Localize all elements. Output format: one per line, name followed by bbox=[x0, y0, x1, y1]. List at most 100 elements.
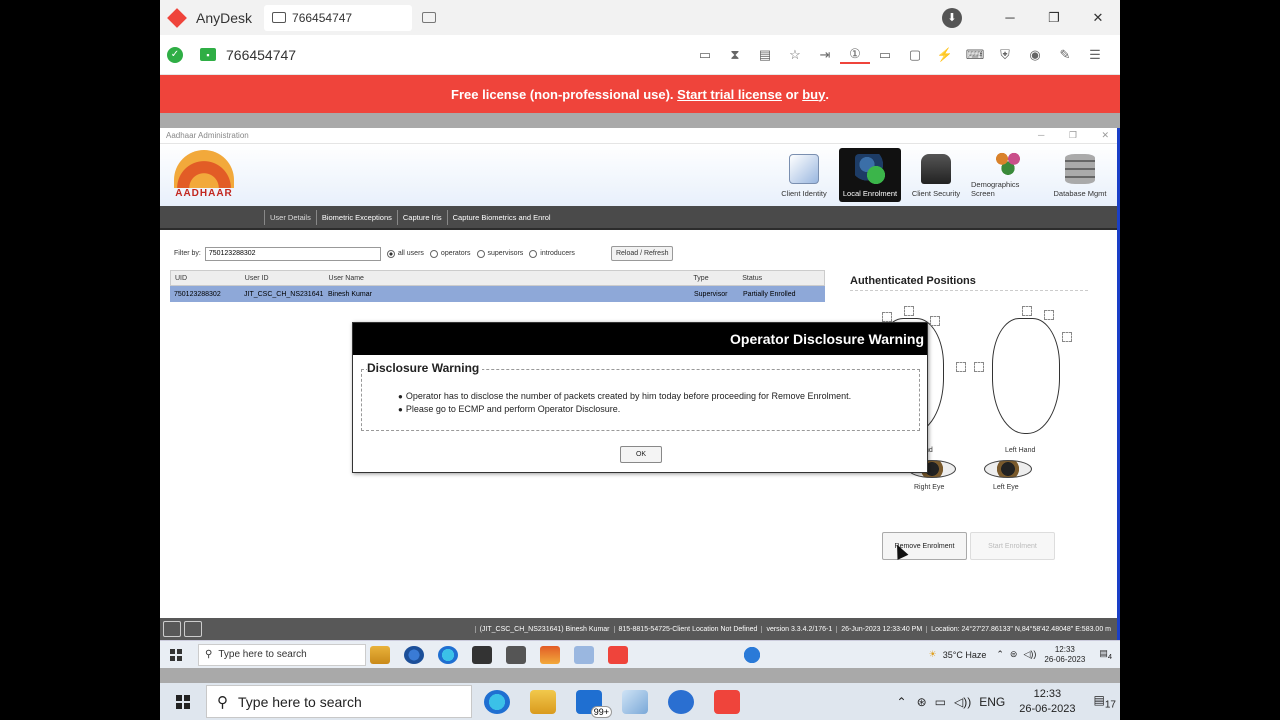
local-search-box[interactable]: ⚲ Type here to search bbox=[206, 685, 472, 718]
app-close-button[interactable]: ✕ bbox=[1101, 130, 1109, 140]
app-maximize-button[interactable]: ❐ bbox=[1069, 130, 1077, 140]
hand-tool-icon[interactable] bbox=[163, 621, 181, 637]
minimize-button[interactable]: ─ bbox=[988, 10, 1032, 25]
status-user: (JIT_CSC_CH_NS231641) Binesh Kumar bbox=[474, 625, 614, 633]
start-enrolment-button[interactable]: Start Enrolment bbox=[970, 532, 1055, 560]
display-icon[interactable]: ▭ bbox=[870, 47, 900, 63]
window-controls: ⬇ ─ ❐ ✕ bbox=[942, 0, 1120, 35]
remote-network-icon[interactable]: ⊜ bbox=[1010, 649, 1018, 660]
app-minimize-button[interactable]: ─ bbox=[1038, 130, 1044, 140]
remote-clock[interactable]: 12:33 26-06-2023 bbox=[1044, 645, 1085, 665]
finger-box-l2 bbox=[1022, 306, 1032, 316]
nav-client-security-label: Client Security bbox=[911, 189, 961, 198]
local-clock[interactable]: 12:33 26-06-2023 bbox=[1019, 687, 1075, 717]
storage-icon[interactable]: ▤ bbox=[750, 47, 780, 63]
file-transfer-icon[interactable]: ⇥ bbox=[810, 47, 840, 63]
menu-icon[interactable]: ☰ bbox=[1080, 47, 1110, 63]
tray-app-icon[interactable]: ⊛ bbox=[917, 695, 927, 709]
notification-icon[interactable]: ▤17 bbox=[1094, 693, 1116, 710]
status-coords: Location: 24°27'27.86133" N,84°58'42.480… bbox=[926, 625, 1115, 633]
filter-input[interactable] bbox=[204, 246, 381, 261]
file-explorer-icon[interactable] bbox=[530, 689, 556, 714]
remote-globe-icon[interactable] bbox=[404, 645, 424, 664]
anydesk-titlebar: AnyDesk 766454747 ⬇ ─ ❐ ✕ bbox=[160, 0, 1120, 35]
weather-desc[interactable]: Haze bbox=[965, 650, 986, 660]
menu-user-details[interactable]: User Details bbox=[264, 210, 316, 225]
finger-box-r1 bbox=[882, 312, 892, 322]
top-navigation: Client Identity Local Enrolment Client S… bbox=[769, 148, 1111, 202]
download-icon[interactable]: ⬇ bbox=[942, 7, 962, 28]
col-type[interactable]: Type bbox=[689, 275, 738, 282]
remote-edge-icon[interactable] bbox=[438, 645, 458, 664]
remote-explorer-icon[interactable] bbox=[370, 645, 390, 664]
nav-database-mgmt[interactable]: Database Mgmt bbox=[1049, 148, 1111, 202]
anydesk-taskbar-icon[interactable] bbox=[714, 689, 740, 714]
keyboard-icon[interactable]: ⌨ bbox=[960, 47, 990, 63]
remote-address[interactable]: 766454747 bbox=[226, 47, 296, 63]
notepad-icon[interactable] bbox=[622, 689, 648, 714]
remote-tray-chevron-icon[interactable]: ⌃ bbox=[996, 649, 1004, 660]
remote-anydesk-icon[interactable] bbox=[608, 645, 628, 664]
col-status[interactable]: Status bbox=[738, 275, 824, 282]
volume-icon[interactable]: ◁)) bbox=[954, 695, 971, 709]
local-notif-count: 17 bbox=[1104, 699, 1116, 711]
actions-icon[interactable]: ⚡ bbox=[930, 47, 960, 63]
local-tray: ⌃ ⊛ ▭ ◁)) ENG 12:33 26-06-2023 ▤17 bbox=[897, 687, 1116, 717]
remote-aadhaar-icon[interactable] bbox=[540, 645, 560, 664]
ok-button[interactable]: OK bbox=[620, 446, 662, 463]
close-button[interactable]: ✕ bbox=[1076, 10, 1120, 26]
radio-introducers[interactable]: introducers bbox=[529, 249, 575, 258]
tray-network-icon[interactable]: ▭ bbox=[935, 695, 946, 709]
local-taskbar: ⚲ Type here to search 99+ ⌃ ⊛ ▭ ◁)) ENG … bbox=[160, 683, 1120, 720]
permissions-icon[interactable]: ⛨ bbox=[990, 47, 1020, 63]
col-uid[interactable]: UID bbox=[171, 275, 241, 282]
nav-local-enrolment[interactable]: Local Enrolment bbox=[839, 148, 901, 202]
session-tab[interactable]: 766454747 bbox=[264, 4, 413, 31]
remote-volume-icon[interactable]: ◁)) bbox=[1023, 649, 1036, 660]
finger-box-r3 bbox=[930, 316, 940, 326]
anydesk-addressbar: ✓ ▪ 766454747 ▭ ⧗ ▤ ☆ ⇥ ① ▭ ▢ ⚡ ⌨ ⛨ ◉ ✎ … bbox=[160, 35, 1120, 75]
finger-box-r2 bbox=[904, 306, 914, 316]
nav-client-security[interactable]: Client Security bbox=[905, 148, 967, 202]
trial-license-link[interactable]: Start trial license bbox=[677, 87, 782, 102]
menu-biometric-exceptions[interactable]: Biometric Exceptions bbox=[315, 210, 397, 225]
remote-store-icon[interactable] bbox=[472, 645, 492, 664]
privacy-icon[interactable]: ▭ bbox=[690, 47, 720, 63]
table-row[interactable]: 750123288302 JIT_CSC_CH_NS231641 Binesh … bbox=[170, 286, 825, 302]
record-icon[interactable]: ◉ bbox=[1020, 47, 1050, 63]
chat-app-icon[interactable] bbox=[668, 689, 694, 714]
eye-tool-icon[interactable] bbox=[184, 621, 202, 637]
user-add-icon bbox=[855, 154, 885, 184]
radio-operators[interactable]: operators bbox=[429, 249, 471, 258]
nav-client-identity[interactable]: Client Identity bbox=[773, 148, 835, 202]
remote-start-icon[interactable] bbox=[170, 648, 182, 661]
remote-search-box[interactable]: ⚲ Type here to search bbox=[198, 643, 366, 666]
local-date: 26-06-2023 bbox=[1019, 702, 1076, 715]
pen-icon[interactable]: ✎ bbox=[1050, 47, 1080, 63]
weather-temp[interactable]: 35°C bbox=[943, 650, 963, 660]
radio-supervisors[interactable]: supervisors bbox=[476, 249, 523, 258]
col-user-id[interactable]: User ID bbox=[241, 275, 325, 282]
hourglass-icon[interactable]: ⧗ bbox=[720, 47, 750, 63]
monitor-select-icon[interactable]: ① bbox=[840, 46, 870, 64]
star-icon[interactable]: ☆ bbox=[780, 47, 810, 63]
remote-help-icon[interactable] bbox=[742, 645, 762, 664]
new-tab-icon[interactable] bbox=[422, 12, 437, 23]
remote-app-icon[interactable] bbox=[574, 645, 594, 664]
edge-icon[interactable] bbox=[484, 689, 510, 714]
nav-demographics-screen[interactable]: Demographics Screen bbox=[971, 148, 1045, 202]
menu-capture-iris[interactable]: Capture Iris bbox=[396, 210, 447, 225]
maximize-button[interactable]: ❐ bbox=[1032, 10, 1076, 26]
menu-capture-biometrics[interactable]: Capture Biometrics and Enrol bbox=[446, 210, 556, 225]
tray-chevron-icon[interactable]: ⌃ bbox=[897, 695, 907, 709]
start-icon[interactable] bbox=[176, 694, 190, 709]
reload-button[interactable]: Reload / Refresh bbox=[610, 246, 674, 261]
mail-icon[interactable]: 99+ bbox=[576, 689, 612, 718]
remote-notification-icon[interactable]: ▤4 bbox=[1099, 648, 1112, 661]
remote-mail-icon[interactable] bbox=[506, 645, 526, 664]
radio-all-users[interactable]: all users bbox=[386, 249, 424, 258]
chat-icon[interactable]: ▢ bbox=[900, 47, 930, 63]
col-user-name[interactable]: User Name bbox=[325, 275, 690, 282]
language-indicator[interactable]: ENG bbox=[979, 695, 1005, 709]
buy-link[interactable]: buy bbox=[802, 87, 825, 102]
